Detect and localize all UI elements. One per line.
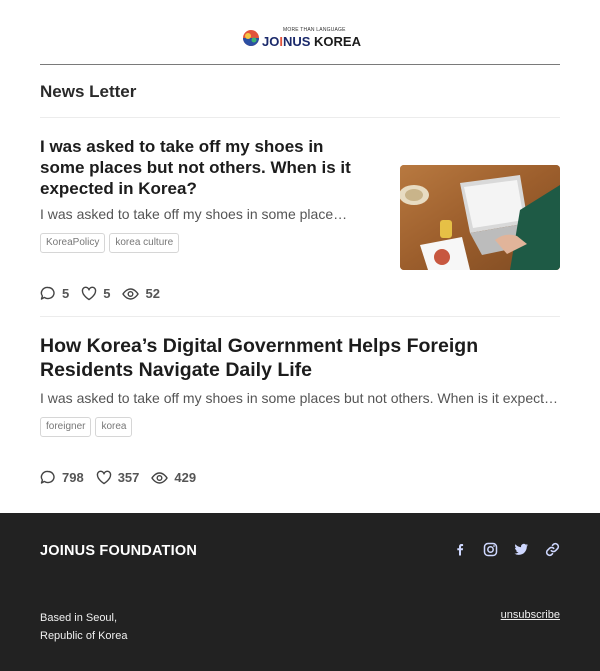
joinus-korea-logo[interactable]: MORE THAN LANGUAGE JOINUS KOREA: [240, 24, 361, 52]
facebook-icon[interactable]: [452, 542, 467, 557]
comment-icon: [40, 470, 55, 484]
divider: [40, 117, 560, 118]
view-count: 429: [151, 470, 196, 485]
tag-chip[interactable]: korea: [95, 417, 133, 437]
tag-chip[interactable]: korea culture: [109, 233, 180, 253]
comment-count[interactable]: 798: [40, 470, 84, 485]
logo-wordmark: JOINUS KOREA: [262, 34, 361, 49]
comment-icon: [40, 286, 55, 300]
section-title: News Letter: [40, 82, 137, 101]
post-excerpt: I was asked to take off my shoes in some…: [40, 390, 558, 406]
eye-icon: [122, 287, 140, 300]
post-tags: foreigner korea: [40, 417, 133, 437]
like-count[interactable]: 357: [96, 470, 139, 485]
heart-icon: [96, 470, 111, 485]
newsletter-header: MORE THAN LANGUAGE JOINUS KOREA: [40, 0, 560, 65]
twitter-icon[interactable]: [514, 542, 529, 557]
heart-icon: [82, 286, 97, 301]
post-tags: KoreaPolicy korea culture: [40, 233, 180, 253]
divider: [40, 316, 560, 317]
comment-count[interactable]: 5: [40, 286, 69, 301]
view-count: 52: [122, 286, 160, 301]
post-title[interactable]: How Korea’s Digital Government Helps For…: [40, 334, 540, 382]
like-count[interactable]: 5: [81, 286, 110, 301]
laptop-desk-image: [400, 165, 560, 270]
unsubscribe-link[interactable]: unsubscribe: [501, 609, 560, 621]
post-stats: 798 357 429: [40, 470, 208, 485]
tag-chip[interactable]: foreigner: [40, 417, 92, 437]
instagram-icon[interactable]: [483, 542, 498, 557]
newsletter-footer: JOINUS FOUNDATION Based in Seoul, Republ…: [0, 513, 600, 671]
footer-brand: JOINUS FOUNDATION: [40, 543, 197, 559]
post-excerpt: I was asked to take off my shoes in some…: [40, 206, 350, 222]
eye-icon: [151, 471, 169, 484]
logo-tagline: MORE THAN LANGUAGE: [283, 27, 346, 33]
tag-chip[interactable]: KoreaPolicy: [40, 233, 106, 253]
social-links: [452, 542, 560, 557]
footer-address: Based in Seoul, Republic of Korea: [40, 612, 128, 642]
post-thumbnail[interactable]: [400, 165, 560, 270]
post-title[interactable]: I was asked to take off my shoes in some…: [40, 136, 360, 199]
post-stats: 5 5 52: [40, 286, 172, 301]
link-icon[interactable]: [545, 542, 560, 557]
logo-emblem-icon: [243, 30, 259, 46]
